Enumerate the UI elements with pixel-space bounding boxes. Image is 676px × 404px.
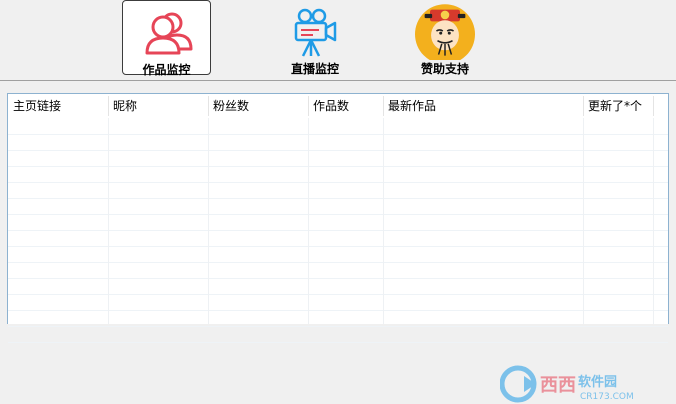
toolbar: 作品监控 直播监控 赞助支持 xyxy=(0,0,676,80)
table-row[interactable] xyxy=(8,134,668,151)
svg-text:CR173.COM: CR173.COM xyxy=(580,392,634,402)
table-row[interactable] xyxy=(8,278,668,295)
users-icon xyxy=(145,12,192,55)
col-header-nickname[interactable]: 昵称 xyxy=(108,94,208,118)
col-header-followers[interactable]: 粉丝数 xyxy=(208,94,308,118)
column-gridline xyxy=(583,94,584,324)
table-row[interactable] xyxy=(8,214,668,231)
table-row[interactable] xyxy=(8,182,668,199)
live-monitor-button[interactable]: 直播监控 xyxy=(270,0,360,76)
toolbar-divider xyxy=(0,80,676,81)
table-row[interactable] xyxy=(8,294,668,311)
table-row[interactable] xyxy=(8,246,668,263)
works-monitor-button[interactable]: 作品监控 xyxy=(122,0,211,77)
table-row[interactable] xyxy=(8,198,668,215)
watermark-logo: 西西 软件园 CR173.COM xyxy=(500,365,634,403)
column-gridline xyxy=(108,94,109,324)
svg-text:西西: 西西 xyxy=(540,375,576,396)
col-header-latest-work[interactable]: 最新作品 xyxy=(383,94,583,118)
monitor-table[interactable]: 主页链接 昵称 粉丝数 作品数 最新作品 更新了*个 西西 软件园 CR173.… xyxy=(7,93,669,403)
table-row[interactable] xyxy=(8,326,668,343)
table-row[interactable] xyxy=(8,230,668,247)
column-gridline xyxy=(208,94,209,324)
table-row[interactable] xyxy=(8,118,668,135)
col-header-works-count[interactable]: 作品数 xyxy=(308,94,383,118)
table-row[interactable] xyxy=(8,150,668,167)
works-monitor-label: 作品监控 xyxy=(142,63,191,77)
live-monitor-label: 直播监控 xyxy=(290,62,339,76)
column-gridline xyxy=(308,94,309,324)
col-separator xyxy=(653,96,654,116)
video-camera-icon xyxy=(294,8,337,57)
sponsor-button[interactable]: 赞助支持 xyxy=(400,0,490,76)
table-row[interactable] xyxy=(8,166,668,183)
table-row[interactable] xyxy=(8,310,668,327)
god-of-wealth-icon xyxy=(415,4,475,60)
table-row[interactable] xyxy=(8,262,668,279)
col-header-updated-count[interactable]: 更新了*个 xyxy=(583,94,653,118)
svg-text:软件园: 软件园 xyxy=(578,374,617,390)
sponsor-label: 赞助支持 xyxy=(420,62,469,76)
col-header-homepage-link[interactable]: 主页链接 xyxy=(8,94,108,118)
table-header: 主页链接 昵称 粉丝数 作品数 最新作品 更新了*个 xyxy=(8,94,668,118)
column-gridline xyxy=(653,94,654,324)
column-gridline xyxy=(383,94,384,324)
